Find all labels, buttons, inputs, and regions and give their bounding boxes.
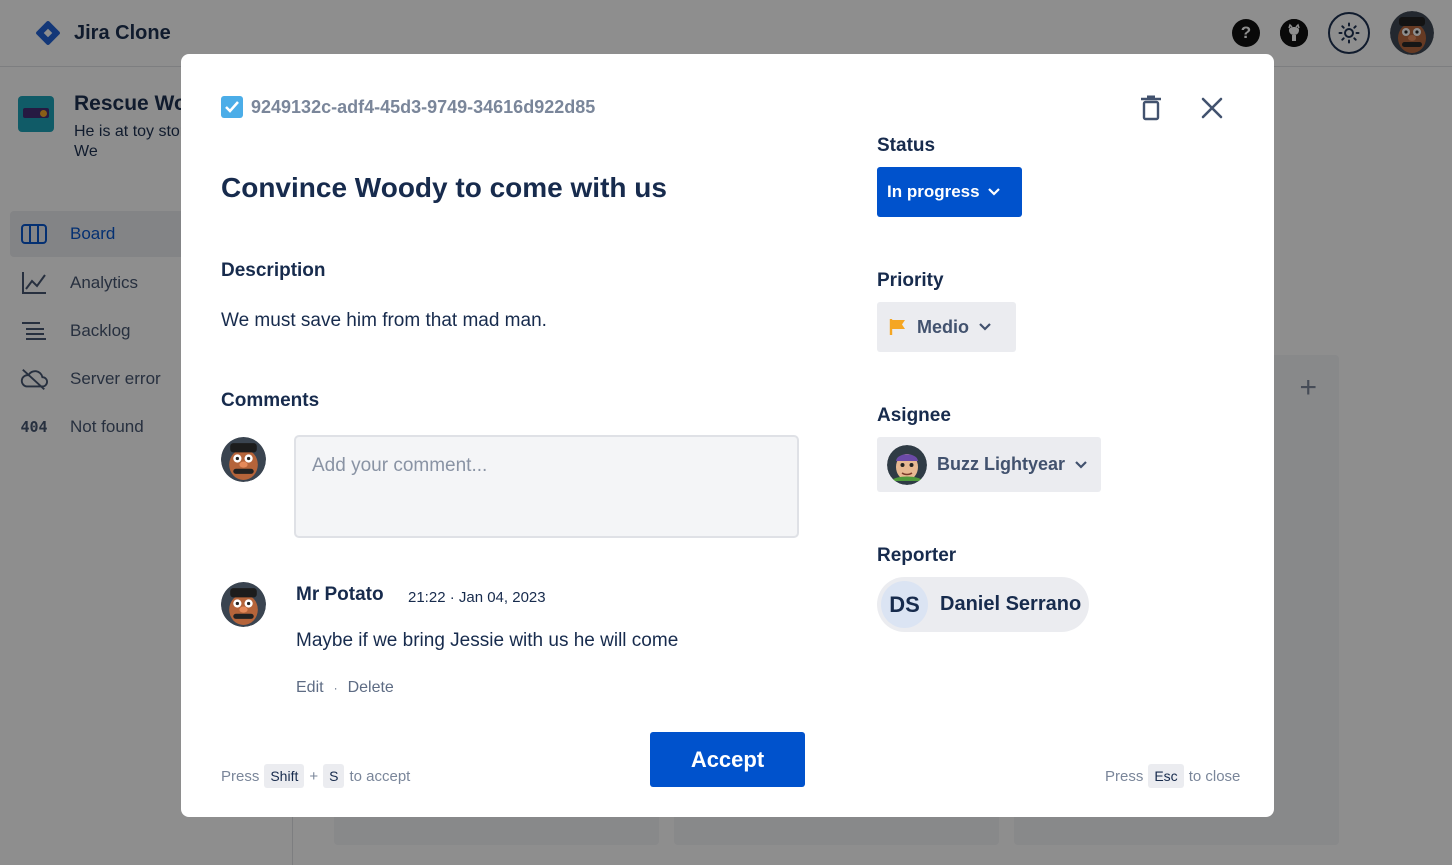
assignee-label: Asignee — [877, 405, 951, 426]
priority-label: Priority — [877, 270, 944, 291]
assignee-value: Buzz Lightyear — [937, 454, 1066, 474]
issue-id-text: 9249132c-adf4-45d3-9749-34616d922d85 — [251, 96, 596, 117]
reporter-chip[interactable]: DS Daniel Serrano — [877, 577, 1089, 632]
reporter-value: Daniel Serrano — [940, 593, 1082, 615]
delete-comment-link[interactable]: Delete — [348, 679, 394, 697]
s-key: S — [323, 764, 345, 788]
flag-icon — [889, 319, 905, 335]
description-heading: Description — [221, 260, 326, 281]
priority-value: Medio — [917, 316, 969, 337]
priority-dropdown[interactable]: Medio — [877, 302, 1016, 352]
esc-key: Esc — [1148, 764, 1184, 788]
close-icon — [1201, 97, 1223, 119]
chevron-down-icon — [1075, 460, 1087, 469]
assignee-avatar — [887, 444, 927, 485]
task-checkbox-icon — [221, 96, 243, 118]
comment-actions: Edit · Delete — [296, 679, 394, 697]
chevron-down-icon — [987, 188, 1000, 196]
chevron-down-icon — [979, 323, 991, 331]
status-label: Status — [877, 135, 936, 156]
trash-icon — [1141, 95, 1161, 121]
issue-id: 9249132c-adf4-45d3-9749-34616d922d85 — [221, 96, 595, 118]
status-value: In progress — [887, 182, 980, 201]
comment-body: Maybe if we bring Jessie with us he will… — [296, 630, 679, 651]
close-shortcut-hint: Press Esc to close — [1105, 764, 1240, 788]
comment-timestamp: 21:22 · Jan 04, 2023 — [408, 589, 546, 606]
comment-author-avatar — [221, 582, 266, 627]
reporter-avatar: DS — [881, 581, 928, 628]
comments-heading: Comments — [221, 390, 320, 411]
hint-press: Press — [221, 767, 260, 785]
assignee-dropdown[interactable]: Buzz Lightyear — [877, 437, 1101, 492]
accept-button[interactable]: Accept — [650, 732, 805, 787]
comment-input[interactable] — [294, 435, 799, 538]
comment-author: Mr Potato — [296, 584, 384, 605]
issue-title[interactable]: Convince Woody to come with us — [221, 172, 667, 204]
current-user-avatar — [221, 437, 266, 482]
reporter-label: Reporter — [877, 545, 957, 566]
status-dropdown[interactable]: In progress — [877, 167, 1022, 217]
hint-press: Press — [1105, 767, 1144, 785]
edit-comment-link[interactable]: Edit — [296, 679, 324, 697]
comment-actions-separator: · — [333, 681, 338, 695]
issue-description[interactable]: We must save him from that mad man. — [221, 310, 547, 332]
hint-plus: + — [309, 767, 319, 785]
accept-shortcut-hint: Press Shift + S to accept — [221, 764, 410, 788]
delete-issue-button[interactable] — [1136, 92, 1166, 124]
hint-suffix: to close — [1188, 767, 1241, 785]
hint-suffix: to accept — [349, 767, 411, 785]
shift-key: Shift — [264, 764, 305, 788]
issue-modal: 9249132c-adf4-45d3-9749-34616d922d85 Con… — [181, 54, 1274, 817]
close-modal-button[interactable] — [1196, 92, 1228, 124]
